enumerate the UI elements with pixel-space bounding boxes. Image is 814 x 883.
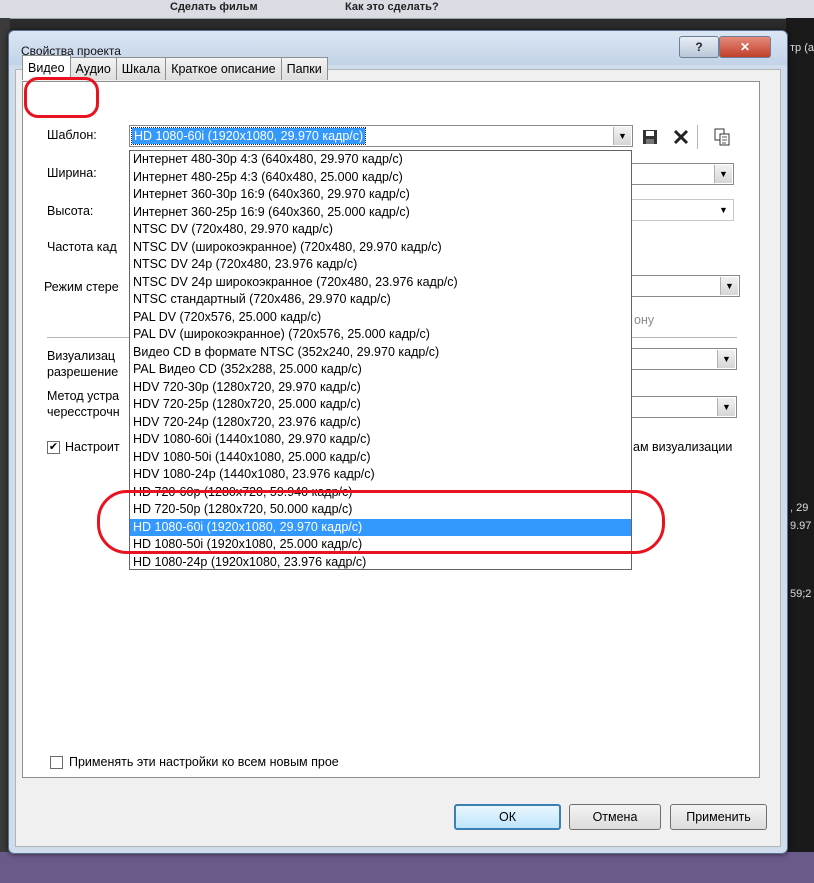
template-option[interactable]: HDV 1080-50i (1440x1080, 25.000 кадр/с) — [130, 449, 631, 467]
template-option[interactable]: NTSC DV 24p широкоэкранное (720x480, 23.… — [130, 274, 631, 292]
chevron-down-icon[interactable]: ▼ — [720, 277, 738, 295]
toolbar-how-to[interactable]: Как это сделать? — [345, 1, 439, 16]
copy-icon — [714, 128, 730, 146]
apply-label: Применить — [686, 810, 751, 824]
stereo-mode-label: Режим стере — [44, 280, 119, 294]
close-icon: ✕ — [739, 40, 751, 54]
chevron-down-icon[interactable]: ▼ — [717, 398, 735, 416]
icon-separator — [697, 125, 698, 149]
framerate-label: Частота кад — [47, 240, 117, 254]
template-option[interactable]: HDV 720-24p (1280x720, 23.976 кадр/с) — [130, 414, 631, 432]
check-icon: ✔ — [48, 441, 59, 453]
template-option[interactable]: HDV 1080-60i (1440x1080, 29.970 кадр/с) — [130, 431, 631, 449]
template-label: Шаблон: — [47, 128, 97, 142]
tab-timeline[interactable]: Шкала — [115, 57, 167, 80]
chevron-down-icon[interactable]: ▼ — [717, 350, 735, 368]
cancel-label: Отмена — [592, 810, 638, 824]
template-option[interactable]: HDV 720-25p (1280x720, 25.000 кадр/с) — [130, 396, 631, 414]
template-option[interactable]: HD 1080-50i (1920x1080, 25.000 кадр/с) — [130, 536, 631, 554]
tab-folders-label: Папки — [286, 62, 322, 76]
width-label: Ширина: — [47, 166, 97, 180]
save-icon — [643, 130, 657, 144]
tab-summary[interactable]: Краткое описание — [165, 57, 282, 80]
template-option[interactable]: Интернет 360-25p 16:9 (640x360, 25.000 к… — [130, 204, 631, 222]
template-option[interactable]: NTSC DV (широкоэкранное) (720x480, 29.97… — [130, 239, 631, 257]
cancel-button[interactable]: Отмена — [569, 804, 661, 830]
template-option[interactable]: Интернет 360-30p 16:9 (640x360, 29.970 к… — [130, 186, 631, 204]
background-right-panel: тр (а , 29 9.97 59;2 — [786, 18, 814, 868]
apply-button[interactable]: Применить — [670, 804, 767, 830]
help-icon: ? — [695, 40, 703, 54]
template-option[interactable]: NTSC стандартный (720x486, 29.970 кадр/с… — [130, 291, 631, 309]
bg-text-3: 9.97 — [790, 520, 812, 532]
tab-timeline-label: Шкала — [121, 62, 161, 76]
tab-video-label: Видео — [28, 61, 65, 75]
template-option[interactable]: HD 720-50p (1280x720, 50.000 кадр/с) — [130, 501, 631, 519]
tab-audio[interactable]: Аудио — [69, 57, 117, 80]
deinterlace-label-1: Метод устра — [47, 389, 120, 403]
tab-bar: Видео Аудио Шкала Краткое описание Папки — [22, 55, 328, 81]
ok-label: ОК — [498, 810, 516, 824]
bg-text-2: , 29 — [790, 502, 809, 514]
apply-all-label: Применять эти настройки ко всем новым пр… — [69, 755, 339, 769]
chevron-down-icon[interactable]: ▼ — [715, 201, 732, 219]
template-option[interactable]: HD 1080-24p (1920x1080, 23.976 кадр/с) — [130, 554, 631, 570]
apply-all-checkbox[interactable] — [50, 756, 63, 769]
help-button[interactable]: ? — [679, 36, 719, 58]
save-template-button[interactable] — [640, 127, 660, 147]
template-option[interactable]: PAL DV (широкоэкранное) (720x576, 25.000… — [130, 326, 631, 344]
height-label: Высота: — [47, 204, 94, 218]
chevron-down-icon[interactable]: ▼ — [613, 127, 631, 145]
close-button[interactable]: ✕ — [719, 36, 771, 58]
background-toolbar: Сделать фильм Как это сделать? — [0, 0, 814, 19]
template-dropdown-list[interactable]: Интернет 480-30p 4:3 (640x480, 29.970 ка… — [129, 150, 632, 570]
delete-icon — [673, 129, 689, 145]
stereo-suffix-label: ону — [634, 313, 655, 327]
template-option[interactable]: HD 1080-60i (1920x1080, 29.970 кадр/с) — [130, 518, 631, 536]
template-option[interactable]: Интернет 480-25p 4:3 (640x480, 25.000 ка… — [130, 169, 631, 187]
template-option[interactable]: HDV 720-30p (1280x720, 29.970 кадр/с) — [130, 379, 631, 397]
toolbar-make-movie[interactable]: Сделать фильм — [170, 1, 258, 16]
template-option[interactable]: PAL Видео CD (352x288, 25.000 кадр/с) — [130, 361, 631, 379]
template-combo[interactable]: HD 1080-60i (1920x1080, 29.970 кадр/с) ▼ — [129, 125, 633, 147]
template-option[interactable]: HDV 1080-24p (1440x1080, 23.976 кадр/с) — [130, 466, 631, 484]
template-value: HD 1080-60i (1920x1080, 29.970 кадр/с) — [130, 127, 367, 145]
tab-folders[interactable]: Папки — [280, 57, 328, 80]
template-option[interactable]: NTSC DV 24p (720x480, 23.976 кадр/с) — [130, 256, 631, 274]
deinterlace-label-2: чересстрочн — [47, 405, 120, 419]
chevron-down-icon[interactable]: ▼ — [714, 165, 732, 183]
background-waveform — [0, 852, 814, 883]
tab-audio-label: Аудио — [75, 62, 111, 76]
render-quality-label-1: Визуализац — [47, 349, 116, 363]
adjust-label: Настроит — [65, 440, 120, 454]
template-option[interactable]: PAL DV (720x576, 25.000 кадр/с) — [130, 309, 631, 327]
tab-summary-label: Краткое описание — [171, 62, 276, 76]
template-option[interactable]: Интернет 480-30p 4:3 (640x480, 29.970 ка… — [130, 151, 631, 169]
bg-text-1: тр (а — [790, 42, 814, 54]
bg-text-4: 59;2 — [790, 588, 812, 600]
template-option[interactable]: NTSC DV (720x480, 29.970 кадр/с) — [130, 221, 631, 239]
delete-template-button[interactable] — [671, 127, 691, 147]
template-option[interactable]: HD 720-60p (1280x720, 59.940 кадр/с) — [130, 484, 631, 502]
template-option[interactable]: Видео CD в формате NTSC (352x240, 29.970… — [130, 344, 631, 362]
tab-video[interactable]: Видео — [22, 55, 71, 80]
ok-button[interactable]: ОК — [454, 804, 561, 830]
render-quality-label-2: разрешение — [47, 365, 119, 379]
adjust-suffix-label: ам визуализации — [633, 440, 733, 454]
copy-template-button[interactable] — [712, 127, 732, 147]
adjust-checkbox[interactable]: ✔ — [47, 441, 60, 454]
